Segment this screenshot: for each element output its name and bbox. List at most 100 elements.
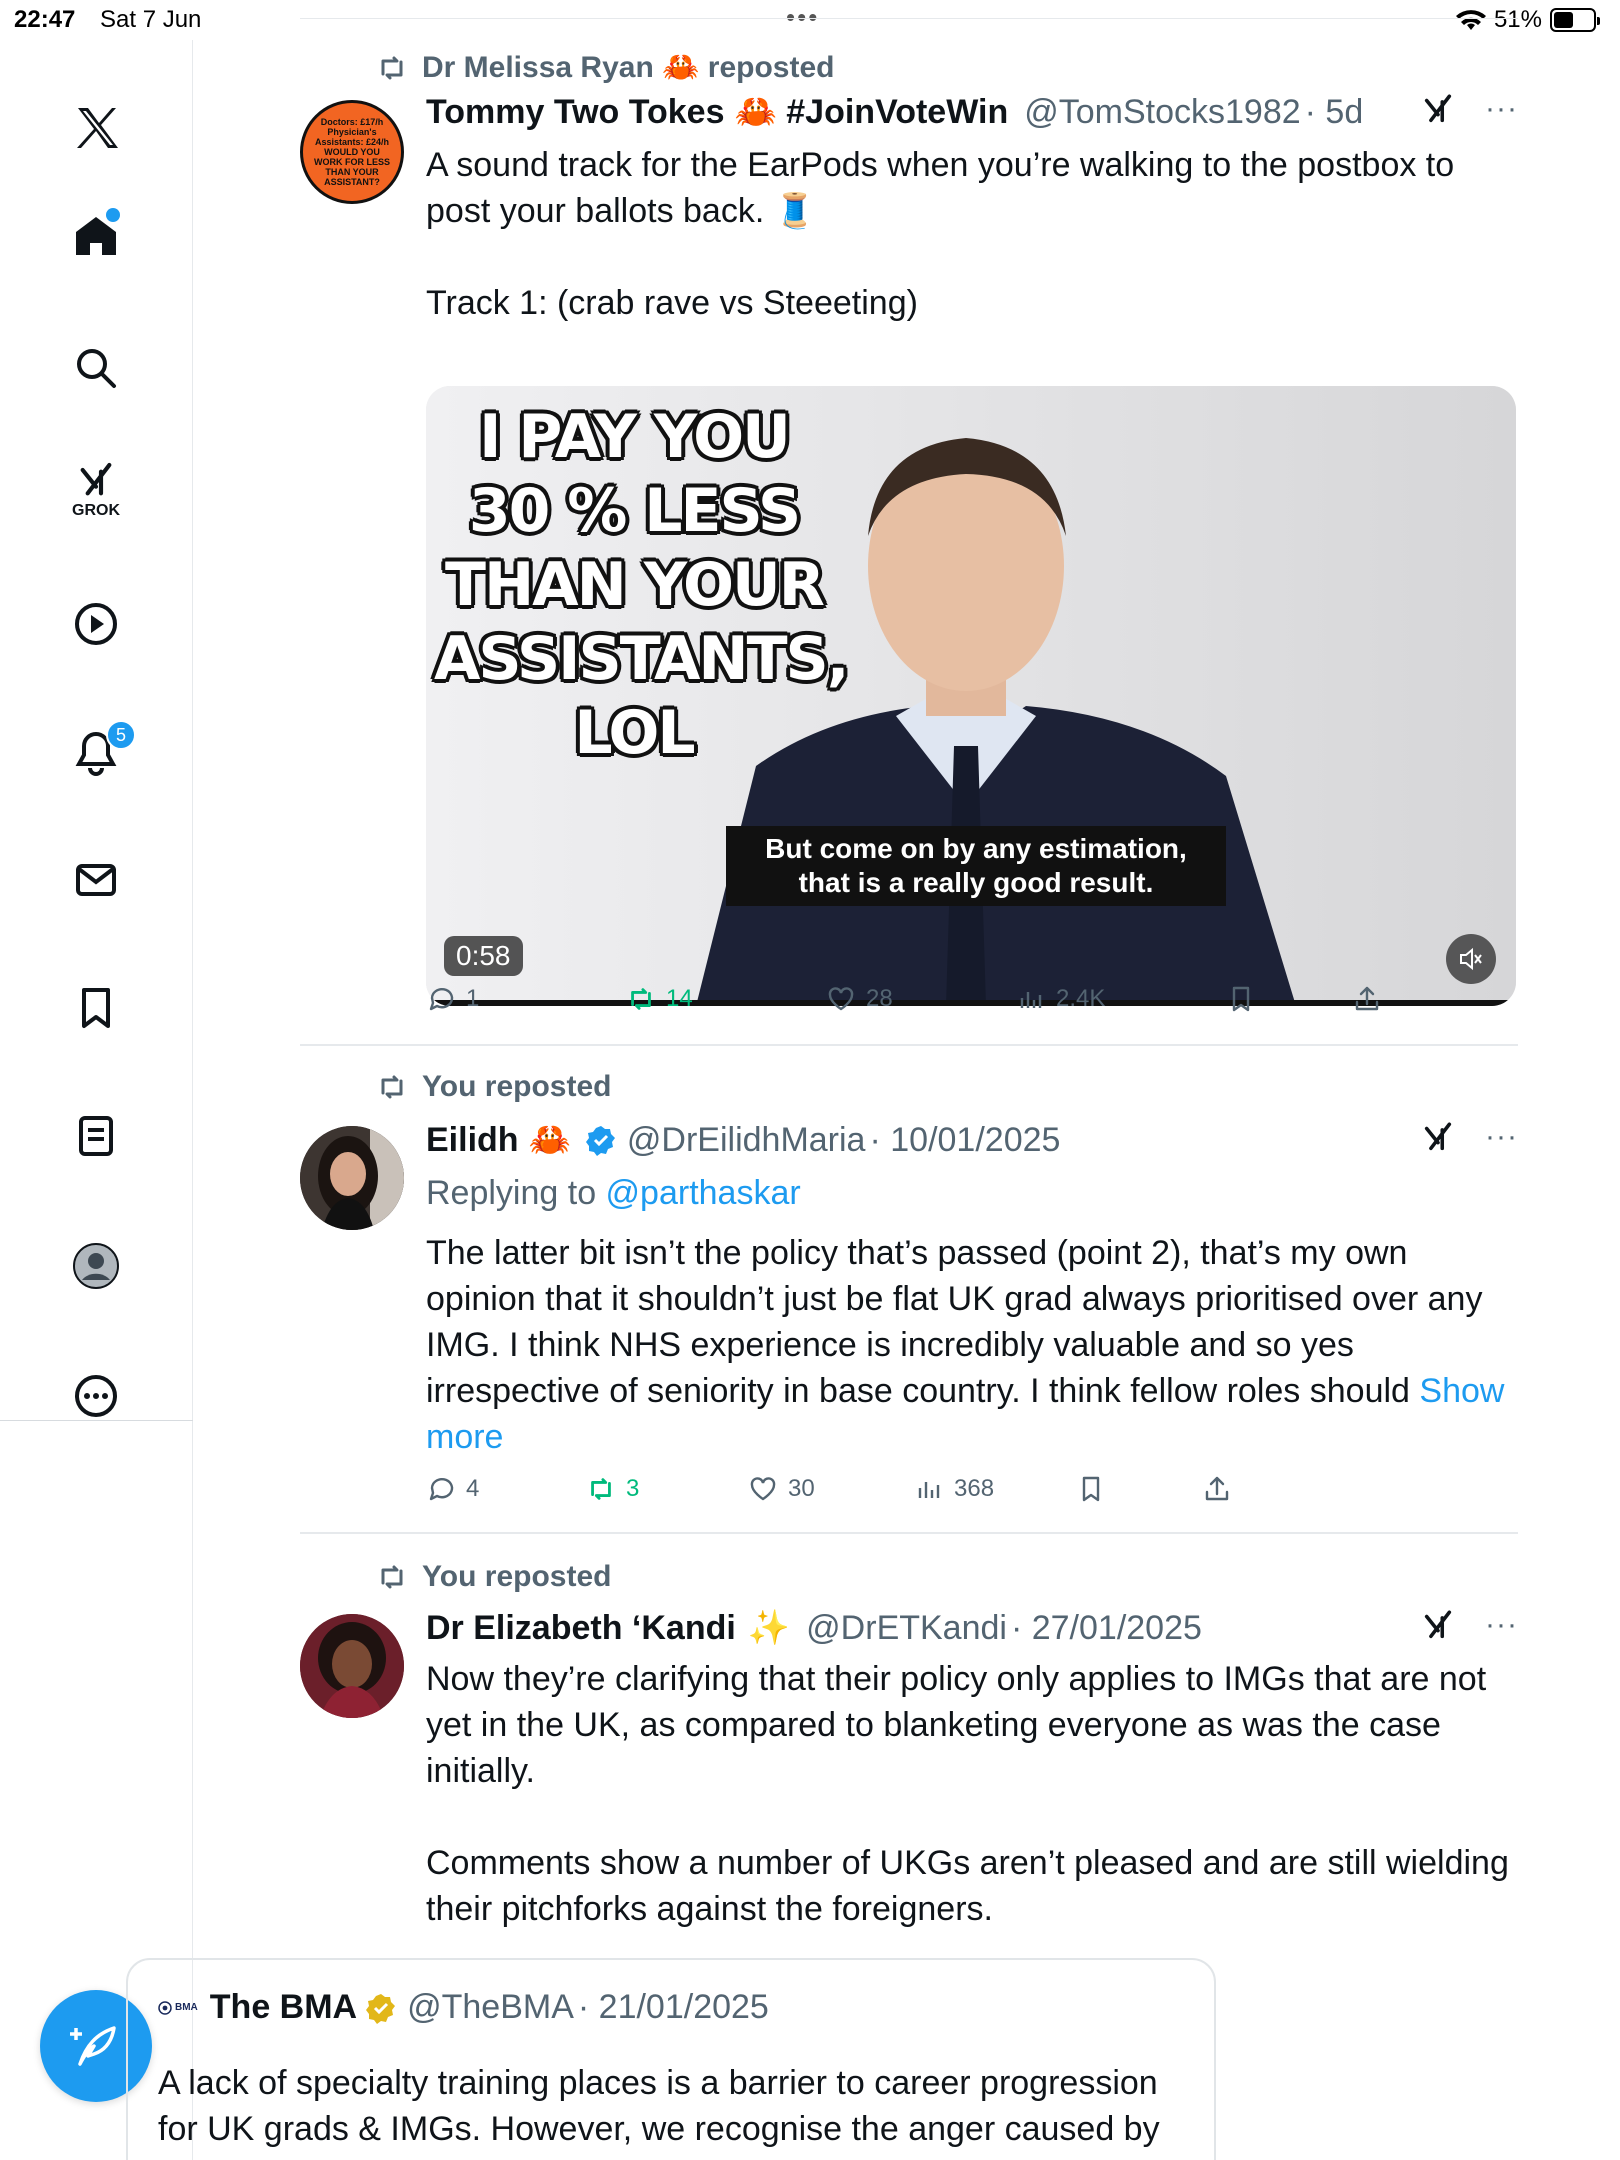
repost-count: 3: [626, 1475, 640, 1502]
mute-button[interactable]: [1446, 934, 1496, 984]
author-name-suffix[interactable]: 🦀 #JoinVoteWin: [734, 92, 1008, 132]
bookmarks-icon[interactable]: [56, 968, 136, 1048]
grok-label: GROK: [72, 502, 120, 519]
notifications-badge: 5: [106, 720, 136, 750]
reply-handle-link[interactable]: @parthaskar: [606, 1174, 801, 1212]
video-icon[interactable]: [56, 584, 136, 664]
home-icon[interactable]: [56, 196, 136, 276]
share-button[interactable]: [1352, 984, 1382, 1014]
avatar[interactable]: [300, 1126, 404, 1230]
share-icon: [1355, 986, 1379, 1011]
repost-button[interactable]: 14: [626, 984, 693, 1014]
more-options-icon[interactable]: ···: [1485, 1608, 1518, 1642]
post-eilidh[interactable]: You reposted Eilidh 🦀 @DrEilidhMaria · 1…: [300, 1066, 1518, 1526]
bma-logo-text: BMA: [175, 2002, 198, 2013]
repost-indicator: Dr Melissa Ryan 🦀 reposted: [376, 50, 835, 85]
notifications-icon[interactable]: 5: [56, 712, 136, 792]
repost-icon: [381, 56, 403, 79]
reply-button[interactable]: 4: [426, 1474, 479, 1504]
bookmark-button[interactable]: [1076, 1474, 1106, 1504]
muted-speaker-icon: [1460, 947, 1482, 971]
avatar-photo: [300, 1614, 404, 1718]
quoted-author-handle[interactable]: @TheBMA: [407, 1988, 574, 2027]
post-divider: [300, 1532, 1518, 1534]
like-button[interactable]: 28: [826, 984, 893, 1014]
replying-to-label: Replying to: [426, 1174, 606, 1212]
post-header: Tommy Two Tokes 🦀 #JoinVoteWin @TomStock…: [426, 92, 1518, 132]
grok-icon[interactable]: [1421, 1120, 1455, 1154]
author-handle[interactable]: @DrETKandi: [806, 1609, 1007, 1648]
repost-label[interactable]: You reposted: [422, 1560, 611, 1594]
share-button[interactable]: [1202, 1474, 1232, 1504]
status-right: 51%: [1455, 6, 1600, 34]
x-logo-icon[interactable]: [56, 88, 136, 168]
repost-label[interactable]: Dr Melissa Ryan 🦀 reposted: [422, 50, 835, 85]
post-time[interactable]: · 10/01/2025: [869, 1121, 1060, 1160]
video-caption: But come on by any estimation, that is a…: [726, 826, 1226, 906]
repost-label[interactable]: You reposted: [422, 1070, 611, 1104]
post-paragraph: Comments show a number of UKGs aren’t pl…: [426, 1844, 1509, 1928]
quoted-post-text: A lack of specialty training places is a…: [158, 2064, 1160, 2160]
post-divider: [300, 1044, 1518, 1046]
post-time[interactable]: · 27/01/2025: [1011, 1609, 1202, 1648]
quoted-post[interactable]: BMA The BMA @TheBMA · 21/01/2025 A lack …: [126, 1958, 1216, 2160]
repost-icon: [591, 1478, 611, 1500]
reply-context: Replying to @parthaskar: [426, 1170, 1516, 1216]
avatar[interactable]: Doctors: £17/h Physician's Assistants: £…: [300, 100, 404, 204]
views-button[interactable]: 368: [914, 1474, 994, 1504]
grok-icon[interactable]: [1421, 1608, 1455, 1642]
views-chart-icon: [1020, 992, 1042, 1008]
like-count: 30: [788, 1475, 815, 1502]
messages-icon[interactable]: [56, 840, 136, 920]
quoted-post-header: BMA The BMA @TheBMA · 21/01/2025: [158, 1988, 769, 2027]
post-paragraph: A sound track for the EarPods when you’r…: [426, 146, 1455, 230]
repost-icon: [631, 988, 651, 1010]
video-meme-text: I PAY YOU 30 % LESS THAN YOUR ASSISTANTS…: [434, 402, 850, 768]
avatar[interactable]: [300, 1614, 404, 1718]
status-bar: 22:47 Sat 7 Jun ••• 51%: [0, 0, 1620, 40]
reply-button[interactable]: 1: [426, 984, 479, 1014]
battery-percent: 51%: [1493, 6, 1542, 33]
status-time: 22:47: [14, 6, 76, 33]
post-text: The latter bit isn’t the policy that’s p…: [426, 1230, 1516, 1460]
battery-icon: [1550, 8, 1600, 32]
search-icon[interactable]: [56, 328, 136, 408]
battery-fill: [1554, 12, 1574, 28]
post-paragraph: The latter bit isn’t the policy that’s p…: [426, 1234, 1483, 1410]
lists-icon[interactable]: [56, 1096, 136, 1176]
home-notification-dot: [106, 208, 120, 222]
post-tommy[interactable]: Dr Melissa Ryan 🦀 reposted Doctors: £17/…: [300, 40, 1518, 1040]
views-button[interactable]: 2.4K: [1016, 984, 1105, 1014]
grok-icon[interactable]: GROK: [56, 450, 136, 530]
author-handle[interactable]: @TomStocks1982: [1024, 93, 1300, 132]
more-icon[interactable]: [56, 1356, 136, 1436]
post-actions: 1 14 28 2.4K: [426, 984, 1426, 1034]
sidebar-divider: [0, 1420, 193, 1421]
more-options-icon[interactable]: ···: [1485, 92, 1518, 126]
post-actions: 4 3 30 368: [426, 1474, 1426, 1524]
sidebar: GROK 5: [0, 40, 193, 2160]
grok-icon[interactable]: [1421, 92, 1455, 126]
repost-indicator: You reposted: [376, 1560, 611, 1594]
author-name[interactable]: Tommy Two Tokes: [426, 93, 724, 132]
author-name[interactable]: Eilidh: [426, 1121, 519, 1160]
quoted-post-time: · 21/01/2025: [577, 1988, 769, 2026]
reply-count: 4: [466, 1475, 480, 1502]
repost-button[interactable]: 3: [586, 1474, 639, 1504]
author-name[interactable]: Dr Elizabeth ‘Kandi: [426, 1609, 736, 1648]
more-options-icon[interactable]: ···: [1485, 1120, 1518, 1154]
bookmark-button[interactable]: [1226, 984, 1256, 1014]
author-name-suffix: ✨: [747, 1609, 791, 1647]
wifi-icon: [1455, 10, 1486, 30]
post-header: Eilidh 🦀 @DrEilidhMaria · 10/01/2025 ···: [426, 1120, 1518, 1160]
profile-icon[interactable]: [56, 1226, 136, 1306]
feed-top-border: [300, 18, 1518, 19]
compose-post-icon: [70, 2026, 116, 2066]
author-handle[interactable]: @DrEilidhMaria: [627, 1121, 866, 1160]
share-icon: [1205, 1476, 1229, 1501]
video-player[interactable]: I PAY YOU 30 % LESS THAN YOUR ASSISTANTS…: [426, 386, 1516, 1006]
post-paragraph: Now they’re clarifying that their policy…: [426, 1660, 1487, 1790]
post-time[interactable]: · 5d: [1305, 93, 1364, 132]
quoted-author-name[interactable]: The BMA: [210, 1988, 357, 2027]
like-button[interactable]: 30: [748, 1474, 815, 1504]
